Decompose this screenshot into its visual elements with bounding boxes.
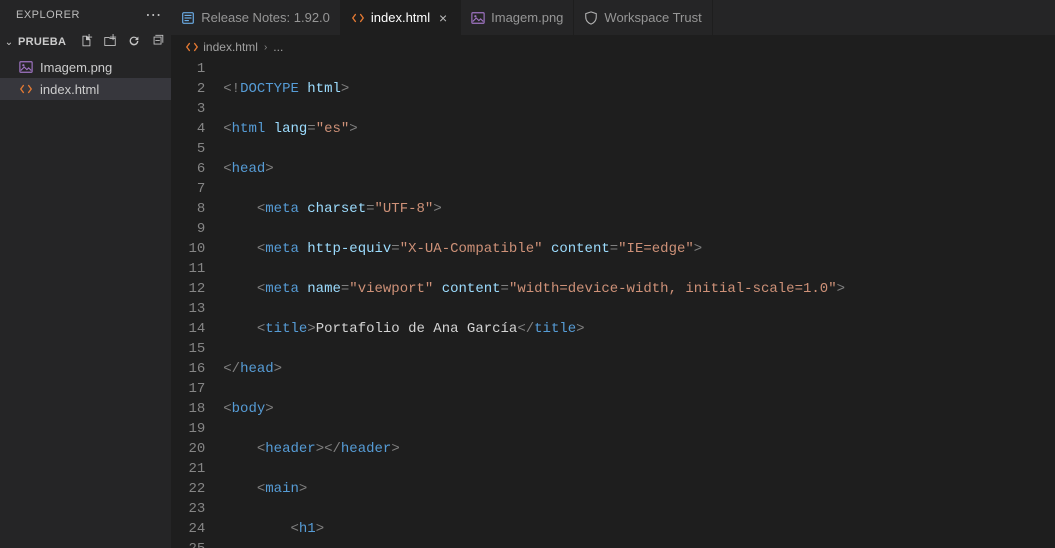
tab-bar: Release Notes: 1.92.0 index.html × Image… xyxy=(171,0,1055,35)
more-icon[interactable]: ⋯ xyxy=(145,5,161,25)
main: Release Notes: 1.92.0 index.html × Image… xyxy=(171,0,1055,548)
html-icon xyxy=(351,11,365,25)
breadcrumb-more: ... xyxy=(273,40,283,54)
collapse-all-icon[interactable] xyxy=(151,34,165,51)
explorer-header: Explorer ⋯ xyxy=(0,0,171,30)
html-icon xyxy=(185,40,199,54)
close-icon[interactable]: × xyxy=(436,10,450,26)
breadcrumb[interactable]: index.html › ... xyxy=(171,35,1055,59)
chevron-right-icon: › xyxy=(264,42,267,53)
folder-actions xyxy=(79,34,165,51)
file-item-html[interactable]: index.html xyxy=(0,78,171,100)
sidebar: Explorer ⋯ ⌄ PRUEBA Imagem.png index.htm… xyxy=(0,0,171,548)
html-icon xyxy=(18,82,34,96)
folder-name: PRUEBA xyxy=(18,36,66,48)
file-label: index.html xyxy=(40,82,99,97)
tab-label: Workspace Trust xyxy=(604,10,701,25)
refresh-icon[interactable] xyxy=(127,34,141,51)
tab-index-html[interactable]: index.html × xyxy=(341,0,461,35)
folder-left: ⌄ PRUEBA xyxy=(2,36,66,48)
chevron-down-icon: ⌄ xyxy=(2,37,16,48)
tab-imagem-png[interactable]: Imagem.png xyxy=(461,0,574,35)
image-icon xyxy=(471,11,485,25)
editor[interactable]: 1234567891011121314151617181920212223242… xyxy=(171,59,1055,548)
breadcrumb-file: index.html xyxy=(203,40,258,54)
tab-label: index.html xyxy=(371,10,430,25)
folder-header[interactable]: ⌄ PRUEBA xyxy=(0,30,171,54)
gutter: 1234567891011121314151617181920212223242… xyxy=(171,59,223,548)
image-icon xyxy=(18,60,34,74)
shield-icon xyxy=(584,11,598,25)
new-folder-icon[interactable] xyxy=(103,34,117,51)
tab-release-notes[interactable]: Release Notes: 1.92.0 xyxy=(171,0,341,35)
file-label: Imagem.png xyxy=(40,60,112,75)
new-file-icon[interactable] xyxy=(79,34,93,51)
explorer-title: Explorer xyxy=(16,9,80,21)
file-list: Imagem.png index.html xyxy=(0,54,171,100)
tab-workspace-trust[interactable]: Workspace Trust xyxy=(574,0,712,35)
tab-label: Imagem.png xyxy=(491,10,563,25)
code-content[interactable]: <!DOCTYPE html> <html lang="es"> <head> … xyxy=(223,59,1055,548)
preview-icon xyxy=(181,11,195,25)
file-item-image[interactable]: Imagem.png xyxy=(0,56,171,78)
tab-label: Release Notes: 1.92.0 xyxy=(201,10,330,25)
